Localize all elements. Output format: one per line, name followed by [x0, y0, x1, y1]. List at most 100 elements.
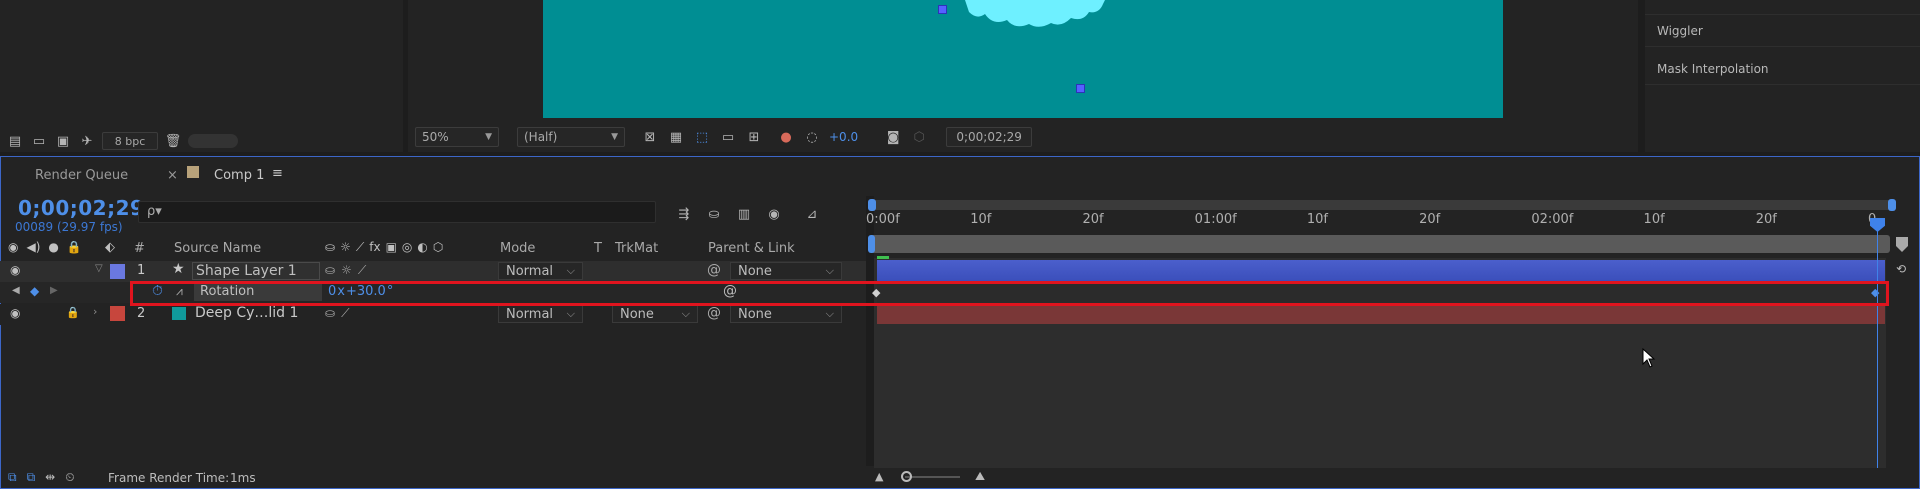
- work-area-start-handle[interactable]: [868, 199, 876, 211]
- zoom-out-icon[interactable]: ▲: [875, 470, 883, 483]
- shy-switch-icon[interactable]: ⛀: [325, 306, 335, 321]
- layer-1-mode-dropdown[interactable]: Normal ⌵: [498, 262, 583, 280]
- snapshot-camera-icon[interactable]: ◙: [884, 129, 902, 145]
- layer-number-1: 1: [137, 263, 146, 278]
- zoom-in-icon[interactable]: ⛰: [975, 469, 985, 484]
- fast-previews-icon[interactable]: ⊠: [641, 129, 659, 145]
- status-icons: ⧉ ⧉ ⇹ ⏲: [8, 470, 75, 485]
- shy-switch-icon[interactable]: ⛀: [325, 263, 335, 278]
- expand-twirl-open-icon[interactable]: ▽: [95, 263, 103, 274]
- trkmat-value: None: [620, 306, 654, 322]
- column-header-t[interactable]: T: [594, 241, 602, 256]
- layer-label-color-2[interactable]: [110, 306, 125, 321]
- layer-2-duration-bar[interactable]: [877, 304, 1885, 324]
- comp-flowchart-icon[interactable]: ⇶: [675, 206, 693, 222]
- panel-menu-icon[interactable]: ≡: [272, 166, 283, 181]
- anchor-handle-bottom[interactable]: [1076, 84, 1085, 93]
- channel-icon[interactable]: ●: [777, 129, 795, 145]
- parent-value: None: [738, 306, 772, 322]
- frame-count-readout: 00089 (29.97 fps): [15, 220, 123, 234]
- new-folder-icon[interactable]: ▭: [30, 133, 48, 149]
- layer-2-trkmat-dropdown[interactable]: None ⌵: [612, 305, 698, 323]
- visibility-eye-icon[interactable]: ◉: [10, 306, 20, 320]
- region-of-interest-icon[interactable]: ▭: [719, 129, 737, 145]
- layer-switches-toggle-icon[interactable]: ⧉: [8, 470, 17, 485]
- layer-1-parent-dropdown[interactable]: None ⌵: [730, 262, 842, 280]
- bit-depth-button[interactable]: 8 bpc: [102, 132, 158, 150]
- visibility-eye-icon[interactable]: ◉: [10, 263, 20, 277]
- exposure-value[interactable]: +0.0: [829, 130, 858, 144]
- thumbnail-slider[interactable]: [188, 134, 238, 148]
- column-header-source-name[interactable]: Source Name: [174, 241, 261, 256]
- add-keyframe-icon[interactable]: ◆: [30, 284, 39, 298]
- transparency-grid-icon[interactable]: ▦: [667, 129, 685, 145]
- color-management-icon[interactable]: ◌: [803, 129, 821, 145]
- mask-visibility-icon[interactable]: ⬚: [693, 129, 711, 145]
- work-area-end-handle[interactable]: [1888, 199, 1896, 211]
- quality-switch-icon[interactable]: ⟋: [358, 263, 366, 278]
- label-tag-icon[interactable]: ⬖: [105, 240, 115, 255]
- comp-button-icon[interactable]: ⟲: [1896, 262, 1906, 276]
- collapse-switch-icon[interactable]: ☼: [341, 263, 352, 278]
- eye-icon[interactable]: ◉: [8, 240, 18, 254]
- column-header-trkmat[interactable]: TrkMat: [615, 241, 658, 256]
- render-time-toggle-icon[interactable]: ⏲: [65, 470, 74, 485]
- column-header-number[interactable]: #: [134, 241, 145, 256]
- pick-whip-icon[interactable]: @: [707, 262, 721, 278]
- graph-editor-icon[interactable]: ⊿: [803, 206, 821, 222]
- column-header-mode[interactable]: Mode: [500, 241, 535, 256]
- expand-twirl-closed-icon[interactable]: ›: [93, 305, 97, 318]
- navigator-start-handle[interactable]: [868, 235, 875, 253]
- trash-icon[interactable]: 🗑: [164, 133, 182, 149]
- next-keyframe-icon[interactable]: ▶: [50, 285, 58, 296]
- timeline-zoom-slider[interactable]: [905, 476, 960, 478]
- layer-2-mode-dropdown[interactable]: Normal ⌵: [498, 305, 583, 323]
- grid-guides-icon[interactable]: ⊞: [745, 129, 763, 145]
- time-ruler[interactable]: 0:00f10f20f01:00f10f20f02:00f10f20f0: [866, 212, 1890, 232]
- prev-keyframe-icon[interactable]: ◀: [12, 285, 20, 296]
- close-tab-icon[interactable]: ×: [167, 168, 178, 183]
- gear-shape[interactable]: [955, 0, 1115, 30]
- tab-comp-1[interactable]: Comp 1: [214, 168, 264, 183]
- time-navigator[interactable]: [870, 235, 1890, 253]
- motion-blur-icon[interactable]: ◉: [765, 206, 783, 222]
- column-header-parent-link[interactable]: Parent & Link: [708, 241, 795, 256]
- layer-1-duration-bar[interactable]: [877, 260, 1885, 281]
- layer-2-parent-dropdown[interactable]: None ⌵: [730, 305, 842, 323]
- in-out-toggle-icon[interactable]: ⇹: [45, 470, 55, 485]
- dynamic-link-icon[interactable]: ✈: [78, 133, 96, 149]
- chevron-down-icon: ⌵: [825, 264, 834, 277]
- effect-item-mask-interpolation[interactable]: Mask Interpolation: [1657, 62, 1769, 76]
- zoom-slider-knob[interactable]: [901, 471, 912, 482]
- layer-1-switches[interactable]: ⛀ ☼ ⟋: [325, 263, 366, 278]
- lock-icon[interactable]: 🔒: [66, 306, 80, 319]
- show-snapshot-icon[interactable]: ⬡: [910, 129, 928, 145]
- pick-whip-icon[interactable]: @: [707, 305, 721, 321]
- effects-divider: [1645, 46, 1920, 47]
- shy-layers-icon[interactable]: ⛀: [705, 206, 723, 222]
- solo-icon[interactable]: ●: [48, 240, 58, 254]
- tab-render-queue[interactable]: Render Queue: [35, 168, 128, 183]
- current-time-display[interactable]: 0;00;02;29: [18, 196, 144, 220]
- lock-icon[interactable]: 🔒: [67, 240, 82, 254]
- frame-blending-icon[interactable]: ▥: [735, 206, 753, 222]
- layer-label-color-1[interactable]: [110, 264, 125, 279]
- layer-name-1[interactable]: Shape Layer 1: [192, 262, 320, 280]
- layer-name-2[interactable]: Deep Cy…lid 1: [195, 305, 298, 321]
- collapse-icon: ☼: [340, 240, 351, 254]
- work-area-bar[interactable]: [870, 200, 1896, 210]
- interpret-footage-icon[interactable]: ▤: [6, 133, 24, 149]
- viewer-timecode[interactable]: 0;00;02;29: [946, 127, 1033, 147]
- resolution-dropdown[interactable]: (Half) ▼: [517, 127, 625, 147]
- layer-search-input[interactable]: ρ▾: [138, 201, 656, 223]
- anchor-handle-top[interactable]: [938, 5, 947, 14]
- effect-item-wiggler[interactable]: Wiggler: [1657, 24, 1703, 38]
- ruler-tick-label: 10f: [970, 212, 992, 227]
- audio-icon[interactable]: ◀): [26, 240, 40, 254]
- layer-2-switches[interactable]: ⛀ ⟋: [325, 306, 349, 321]
- zoom-dropdown[interactable]: 50% ▼: [415, 127, 499, 147]
- new-composition-icon[interactable]: ▣: [54, 133, 72, 149]
- quality-switch-icon[interactable]: ⟋: [341, 306, 349, 321]
- solid-layer-icon: [172, 307, 186, 320]
- transfer-controls-toggle-icon[interactable]: ⧉: [27, 470, 36, 485]
